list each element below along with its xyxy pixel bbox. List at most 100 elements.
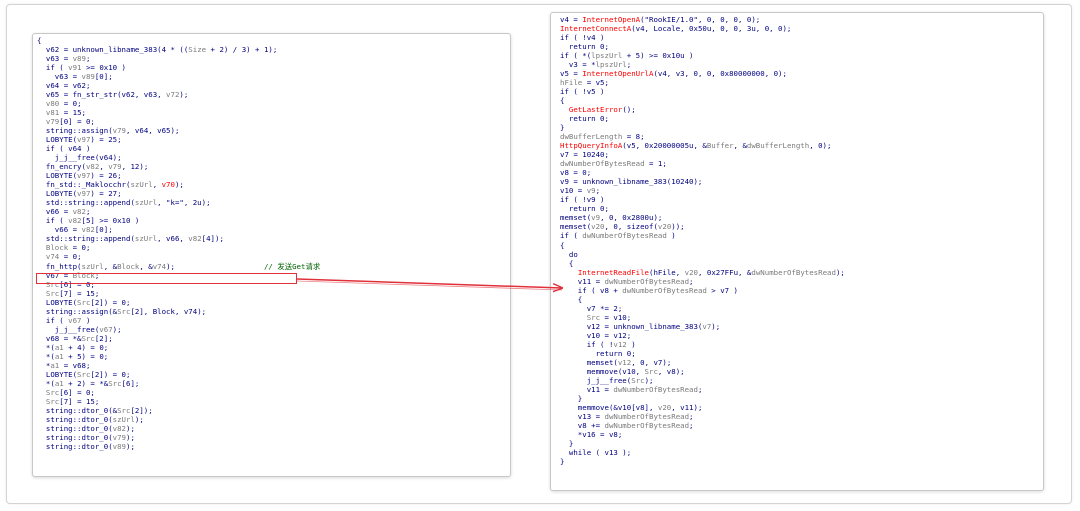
code-token: v74: [45, 252, 60, 262]
code-token: v10 = v12;: [560, 330, 632, 340]
code-token: Src: [117, 306, 131, 316]
code-line: v7 = 10240;: [560, 150, 609, 159]
code-token: if ( v8 +: [560, 285, 623, 295]
code-token: v12: [617, 357, 632, 367]
code-token: *(: [37, 351, 55, 361]
code-token: v89: [112, 441, 127, 451]
code-token: + 2) = *&: [63, 378, 109, 388]
code-token: if ( !v9 ): [560, 195, 605, 205]
code-token: szUrl: [81, 261, 104, 271]
code-line: v64 = v62;: [37, 81, 91, 91]
code-line: hFile = v5;: [560, 78, 609, 87]
code-token: v91: [68, 63, 82, 73]
code-token: if ( *(: [560, 51, 592, 61]
code-line: InternetConnectA(v4, Locale, 0x50u, 0, 0…: [560, 24, 791, 33]
code-token: );: [126, 441, 135, 451]
code-line: if ( v82[5] >= 0x10 ): [37, 216, 139, 225]
code-token: v7: [702, 321, 712, 331]
code-token: ;: [595, 186, 601, 196]
code-token: dwNumberOfBytesRead: [582, 231, 667, 241]
code-line: v62 = unknown_libname_383(4 * ((Size + 2…: [37, 45, 277, 54]
code-line: string::assign(&Src[2], Block, v74);: [37, 307, 206, 316]
code-line: {: [560, 241, 564, 250]
code-token: v82: [85, 162, 100, 172]
code-token: }: [560, 123, 565, 133]
code-token: v20: [657, 402, 672, 412]
code-token: Block: [117, 261, 140, 271]
code-token: }: [560, 393, 583, 403]
code-token: *: [37, 360, 51, 370]
code-token: string::assign(&: [37, 306, 118, 316]
code-token: v82: [188, 234, 202, 244]
code-token: memmove(v10,: [560, 366, 645, 376]
code-line: v63 = v89[0];: [37, 72, 113, 81]
code-token: v4 =: [560, 15, 583, 24]
code-token: {: [560, 294, 583, 304]
code-token: (v4, Locale, 0x50u, 0, 0, 3u, 0, 0);: [631, 24, 792, 34]
code-token: string::dtor_0(&: [37, 405, 118, 415]
code-line: string::dtor_0(v89);: [37, 442, 135, 451]
code-token: ) = 25;: [90, 135, 122, 145]
code-token: ;: [85, 81, 91, 91]
code-token: v97: [77, 189, 91, 199]
code-token: = v5;: [582, 78, 609, 88]
code-line: v12 = unknown_libname_383(v7);: [560, 321, 721, 331]
code-token: >= 0x10 ): [81, 63, 127, 73]
code-token: v8 = 0;: [560, 168, 592, 178]
code-token: > v7 ): [706, 285, 738, 295]
code-line: }: [560, 439, 573, 448]
code-token: , 0, v7);: [631, 357, 672, 367]
code-token: , 0, sizeof(: [604, 222, 658, 232]
code-token: Src: [644, 366, 658, 376]
code-token: ));: [671, 222, 685, 232]
code-token: );: [179, 90, 189, 100]
code-line: {: [560, 295, 582, 304]
code-token: );: [644, 375, 654, 385]
code-token: if ( !: [560, 339, 614, 349]
code-token: memset(: [560, 213, 592, 223]
code-token: v9: [586, 186, 596, 196]
code-token: [2]);: [130, 405, 153, 415]
code-token: v9 = unknown_libname_383(10240);: [560, 177, 703, 187]
code-token: ;: [689, 411, 694, 421]
code-token: LOBYTE(: [37, 189, 78, 199]
code-token: if ( !v4 ): [560, 33, 605, 43]
code-line: *(a1 + 2) = *&Src[6];: [37, 378, 140, 388]
code-line: return 0;: [560, 114, 609, 123]
code-line: LOBYTE(v97) = 27;: [37, 189, 122, 198]
code-line: memmove(v10, Src, v8);: [560, 367, 685, 376]
code-token: {: [560, 258, 574, 268]
code-line: v8 += dwNumberOfBytesRead;: [560, 421, 694, 430]
code-token: ;: [85, 207, 91, 217]
code-line: dwBufferLength = 8;: [560, 132, 645, 141]
code-token: v13 =: [560, 411, 605, 421]
code-line: v11 = dwNumberOfBytesRead;: [560, 277, 694, 286]
code-line: if ( v91 >= 0x10 ): [37, 63, 126, 72]
code-token: v65 = fn_str_str(v62, v63,: [37, 90, 167, 100]
code-line: memset(v9, 0, 0x2800u);: [560, 213, 662, 222]
code-token: if (: [37, 63, 69, 73]
code-token: v66 =: [37, 207, 73, 217]
code-token: [2]) = 0;: [90, 297, 131, 307]
code-token: v62: [72, 81, 86, 91]
code-token: v62 = unknown_libname_383(4 * ((: [37, 45, 189, 55]
code-line: if ( !v12 ): [560, 340, 636, 349]
code-token: v97: [77, 135, 91, 145]
code-token: std::string::append(: [37, 234, 135, 244]
code-line: LOBYTE(v97) = 26;: [37, 171, 122, 180]
code-token: v68 = *&: [37, 333, 82, 343]
code-token: LOBYTE(: [37, 135, 78, 145]
code-token: string::dtor_0(: [37, 441, 113, 451]
code-token: if ( !v5 ): [560, 87, 605, 97]
code-token: v79: [108, 162, 122, 172]
code-line: Src[6] = 0;: [37, 388, 95, 397]
code-token: v11 =: [560, 384, 614, 394]
code-line: v5 = InternetOpenUrlA(v4, v3, 0, 0, 0x80…: [560, 69, 787, 78]
code-token: a1: [54, 378, 64, 388]
code-token: [7] = 15;: [59, 288, 100, 298]
code-line: v10 = v12;: [560, 330, 632, 340]
code-token: fn_encry(: [37, 162, 86, 172]
